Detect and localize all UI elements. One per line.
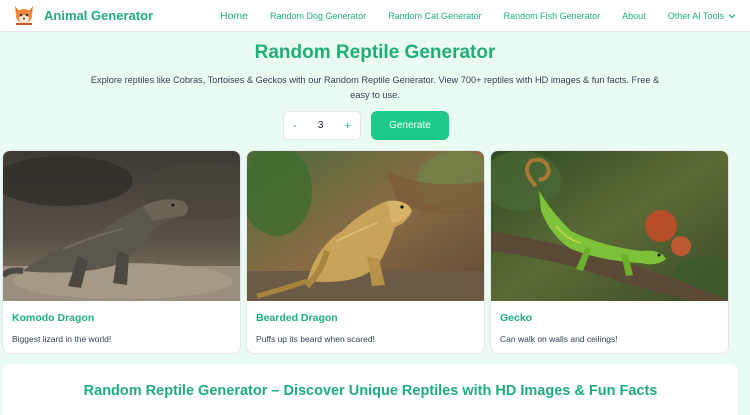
nav-about[interactable]: About — [622, 11, 646, 21]
card-fact: Can walk on walls and ceilings! — [500, 334, 618, 344]
nav-random-dog[interactable]: Random Dog Generator — [270, 11, 366, 21]
card-fact: Puffs up its beard when scared! — [256, 334, 375, 344]
card-title: Gecko — [500, 312, 533, 324]
nav-random-cat[interactable]: Random Cat Generator — [388, 11, 482, 21]
komodo-dragon-photo — [3, 151, 240, 301]
hero-description: Explore reptiles like Cobras, Tortoises … — [90, 75, 660, 100]
nav-other-ai-tools-label: Other AI Tools — [667, 11, 725, 21]
bearded-dragon-photo — [247, 151, 484, 301]
quantity-stepper: - 3 + — [283, 111, 361, 140]
card-fact: Biggest lizard in the world! — [12, 334, 112, 344]
brand[interactable]: Animal Generator — [12, 4, 153, 26]
brand-name: Animal Generator — [44, 7, 154, 23]
generate-button[interactable]: Generate — [371, 111, 449, 140]
reptile-cards: Komodo Dragon Biggest lizard in the worl… — [2, 150, 750, 354]
top-navbar: Animal Generator Home Random Dog Generat… — [0, 0, 750, 32]
nav-random-fish[interactable]: Random Fish Generator — [504, 11, 601, 21]
section-title: Random Reptile Generator – Discover Uniq… — [83, 383, 658, 399]
reptile-card[interactable]: Gecko Can walk on walls and ceilings! — [490, 150, 729, 354]
page-title: Random Reptile Generator — [254, 42, 496, 63]
increment-button[interactable]: + — [345, 120, 351, 132]
nav-other-ai-tools[interactable]: Other AI Tools — [668, 11, 736, 21]
gecko-photo — [491, 151, 728, 301]
decrement-button[interactable]: - — [293, 120, 297, 132]
fox-logo-icon — [12, 4, 36, 26]
reptile-card[interactable]: Bearded Dragon Puffs up its beard when s… — [246, 150, 485, 354]
quantity-value[interactable]: 3 — [318, 120, 324, 131]
card-title: Komodo Dragon — [12, 312, 95, 324]
card-title: Bearded Dragon — [256, 312, 338, 324]
info-section: Random Reptile Generator – Discover Uniq… — [3, 364, 738, 415]
nav-links: Home Random Dog Generator Random Cat Gen… — [220, 0, 750, 32]
nav-home[interactable]: Home — [220, 10, 248, 22]
reptile-card[interactable]: Komodo Dragon Biggest lizard in the worl… — [2, 150, 241, 354]
chevron-down-icon — [728, 12, 736, 20]
